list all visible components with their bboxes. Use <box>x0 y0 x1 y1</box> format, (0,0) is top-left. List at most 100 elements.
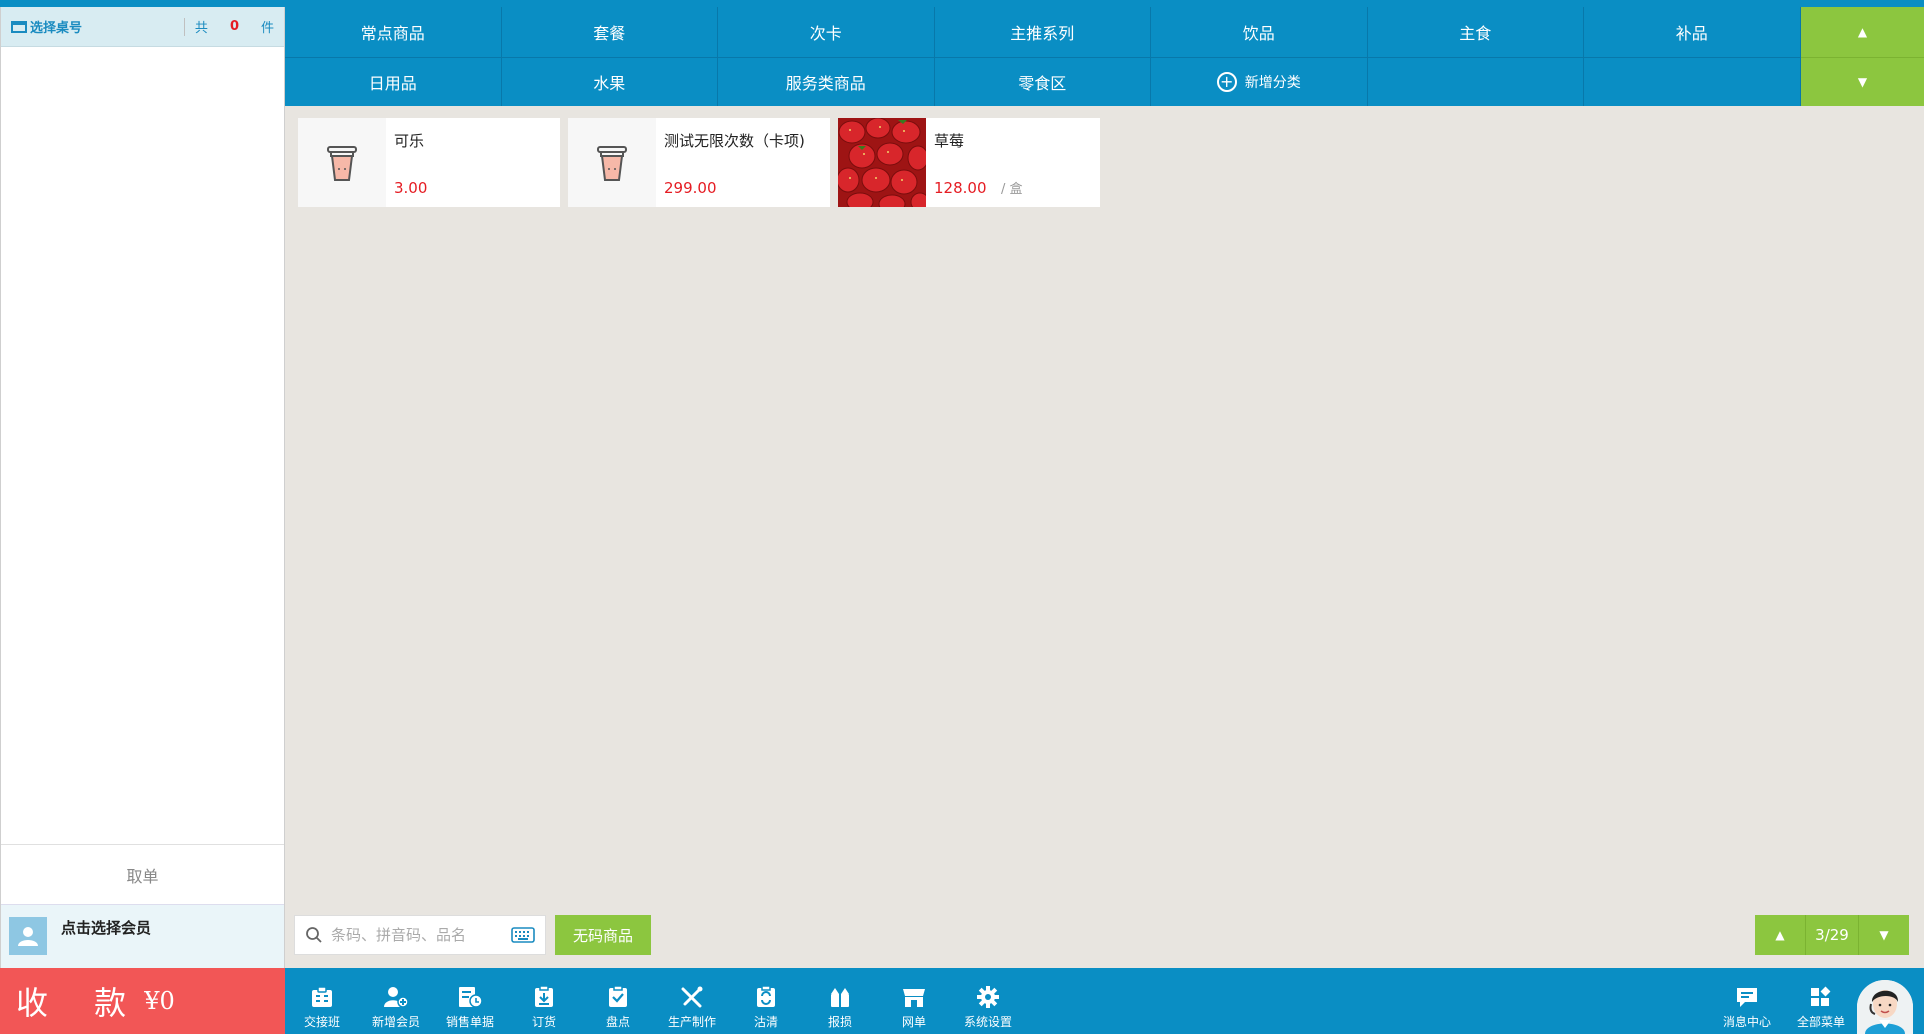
category-tab[interactable]: 套餐 <box>502 7 718 57</box>
tool-sales-receipt[interactable]: 销售单据 <box>433 968 507 1034</box>
tool-inventory-check[interactable]: 盘点 <box>581 968 655 1034</box>
search-input[interactable] <box>331 926 511 944</box>
damage-report-icon <box>831 988 849 1007</box>
add-category-label: 新增分类 <box>1244 74 1301 91</box>
category-tab[interactable]: 饮品 <box>1151 7 1368 57</box>
product-info: 可乐 3.00 <box>386 118 560 207</box>
category-tab[interactable]: 补品 <box>1584 7 1801 57</box>
product-next-page-button[interactable]: ▼ <box>1859 915 1909 955</box>
production-icon <box>681 986 703 1008</box>
category-tab[interactable]: 主推系列 <box>935 7 1151 57</box>
search-icon <box>306 927 322 943</box>
bottom-toolbar: 交接班 新增会员 销售单据 订货 盘点 生产制作 沽清 报损 网单 系统设置 消… <box>285 968 1924 1034</box>
category-tab[interactable]: 水果 <box>502 57 718 106</box>
category-tab[interactable]: 次卡 <box>718 7 935 57</box>
product-info: 测试无限次数（卡项) 299.00 <box>656 118 830 207</box>
tool-label: 盘点 <box>605 1015 630 1029</box>
all-menu-icon <box>1811 986 1831 1006</box>
tool-damage-report[interactable]: 报损 <box>803 968 877 1034</box>
product-price: 299.00 <box>664 179 717 197</box>
tool-label: 全部菜单 <box>1796 1015 1845 1029</box>
plus-circle-icon: + <box>1216 71 1237 92</box>
select-table-button[interactable]: 选择桌号 <box>11 17 82 36</box>
tool-label: 销售单据 <box>445 1015 494 1029</box>
strawberry-image <box>838 118 926 207</box>
table-icon <box>11 20 27 33</box>
no-barcode-product-button[interactable]: 无码商品 <box>555 915 651 955</box>
product-price: 3.00 <box>394 179 428 197</box>
tool-all-menu[interactable]: 全部菜单 <box>1784 968 1858 1034</box>
customer-service-avatar[interactable] <box>1857 980 1913 1034</box>
keyboard-icon[interactable] <box>511 927 535 943</box>
product-price: 128.00 <box>934 179 987 197</box>
add-member-icon <box>384 987 409 1008</box>
product-info: 草莓 128.00 / 盒 <box>926 118 1100 207</box>
checkout-label: 收 款 <box>16 984 145 1022</box>
product-unit: / 盒 <box>1000 182 1023 197</box>
tool-label: 报损 <box>827 1015 852 1029</box>
category-tab-empty <box>1368 57 1584 106</box>
cup-icon <box>568 118 656 207</box>
product-pager: ▲ 3/29 ▼ <box>1755 915 1909 955</box>
tool-label: 网单 <box>901 1015 926 1029</box>
product-grid: 可乐 3.00 测试无限次数（卡项) 299.00 草莓 128.00 / 盒 <box>298 118 1108 207</box>
product-card[interactable]: 草莓 128.00 / 盒 <box>838 118 1100 207</box>
category-tab-empty <box>1584 57 1801 106</box>
product-search <box>294 915 546 955</box>
category-tab[interactable]: 主食 <box>1368 7 1584 57</box>
top-accent-bar <box>0 0 1924 7</box>
order-header: 选择桌号 共 0 件 <box>1 7 284 47</box>
count-prefix: 共 <box>194 21 208 36</box>
tool-production[interactable]: 生产制作 <box>655 968 729 1034</box>
tool-online-order[interactable]: 网单 <box>877 968 951 1034</box>
tool-order-goods[interactable]: 订货 <box>507 968 581 1034</box>
category-next-button[interactable]: ▼ <box>1801 56 1924 107</box>
tool-message-center[interactable]: 消息中心 <box>1710 968 1784 1034</box>
member-avatar-icon <box>9 917 47 955</box>
count-value: 0 <box>229 19 239 34</box>
count-suffix: 件 <box>260 21 274 36</box>
category-tab[interactable]: 日用品 <box>285 57 502 106</box>
triangle-down-icon: ▼ <box>1857 74 1868 89</box>
tool-label: 生产制作 <box>667 1015 716 1029</box>
checkout-button[interactable]: 收 款 ¥0 <box>0 968 285 1034</box>
order-panel: 选择桌号 共 0 件 取单 点击选择会员 <box>0 7 285 1034</box>
triangle-up-icon: ▲ <box>1857 24 1868 39</box>
product-name: 测试无限次数（卡项) <box>664 132 805 150</box>
select-table-label: 选择桌号 <box>30 21 83 36</box>
shift-handover-icon <box>312 986 332 1007</box>
tool-add-member[interactable]: 新增会员 <box>359 968 433 1034</box>
page-indicator: 3/29 <box>1805 915 1859 955</box>
triangle-down-icon: ▼ <box>1879 928 1889 942</box>
checkout-amount: ¥0 <box>144 987 175 1015</box>
product-card[interactable]: 测试无限次数（卡项) 299.00 <box>568 118 830 207</box>
tool-shift-handover[interactable]: 交接班 <box>285 968 359 1034</box>
tool-label: 交接班 <box>303 1015 340 1029</box>
sales-receipt-icon <box>459 987 483 1008</box>
category-row-2: 日用品 水果 服务类商品 零食区 + 新增分类 <box>285 56 1801 106</box>
product-prev-page-button[interactable]: ▲ <box>1755 915 1805 955</box>
category-tab[interactable]: 服务类商品 <box>718 57 935 106</box>
product-name: 草莓 <box>934 132 965 150</box>
select-member-button[interactable]: 点击选择会员 <box>1 904 284 972</box>
tool-label: 订货 <box>531 1015 556 1029</box>
product-card[interactable]: 可乐 3.00 <box>298 118 560 207</box>
triangle-up-icon: ▲ <box>1775 928 1785 942</box>
tool-label: 消息中心 <box>1722 1015 1771 1029</box>
tool-label: 新增会员 <box>371 1015 420 1029</box>
message-icon <box>1737 988 1757 1007</box>
tool-system-settings[interactable]: 系统设置 <box>951 968 1025 1034</box>
tool-label: 系统设置 <box>963 1015 1012 1029</box>
product-name: 可乐 <box>394 132 425 150</box>
order-goods-icon <box>535 986 553 1007</box>
order-items-list <box>1 47 284 844</box>
tool-label: 沽清 <box>753 1015 778 1029</box>
add-category-button[interactable]: + 新增分类 <box>1151 57 1368 106</box>
tool-sold-out[interactable]: 沽清 <box>729 968 803 1034</box>
item-count: 共 0 件 <box>183 17 274 36</box>
category-prev-button[interactable]: ▲ <box>1801 7 1924 57</box>
retrieve-order-button[interactable]: 取单 <box>1 844 284 904</box>
category-tab[interactable]: 零食区 <box>935 57 1151 106</box>
category-grid: 常点商品 套餐 次卡 主推系列 饮品 主食 补品 日用品 水果 服务类商品 零食… <box>285 7 1801 106</box>
category-tab[interactable]: 常点商品 <box>285 7 502 57</box>
